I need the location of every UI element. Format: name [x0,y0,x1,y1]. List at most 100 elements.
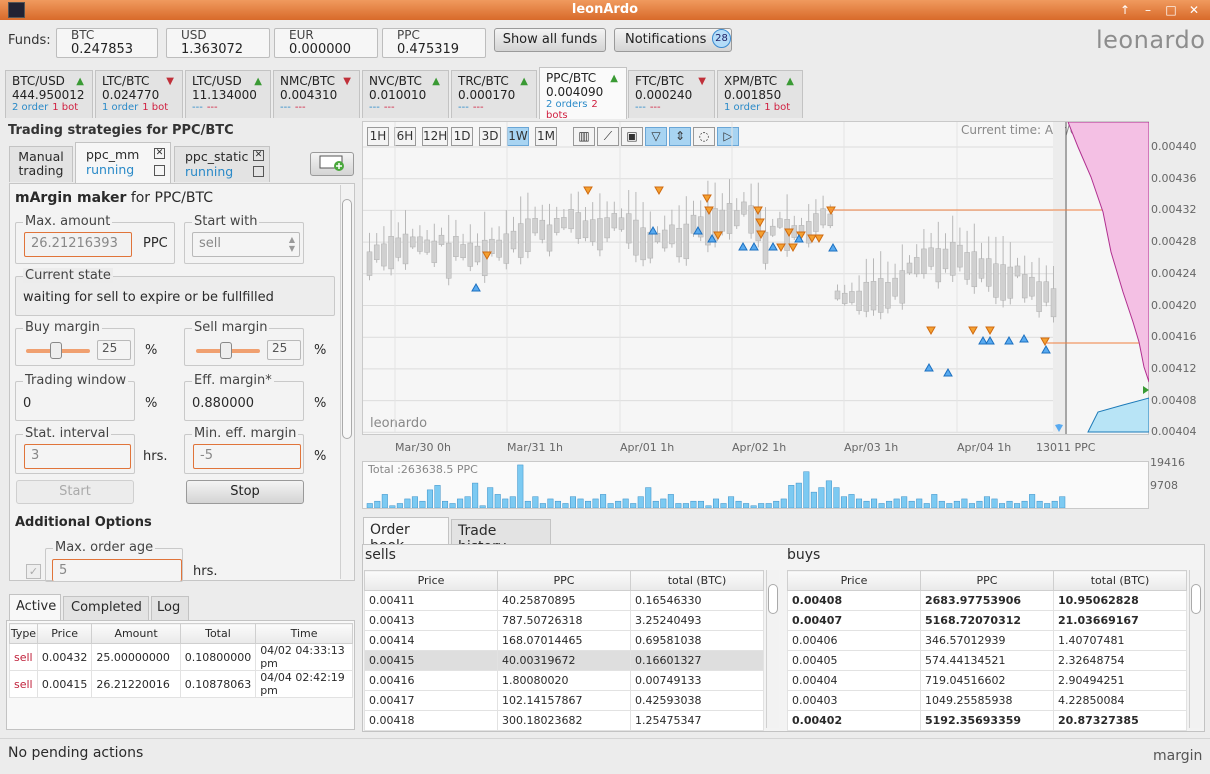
volume-plot [366,464,1066,508]
min-eff-margin-input[interactable]: -5 [193,444,301,469]
tab-ppc-static[interactable]: ppc_static running ✕ [174,146,270,182]
column-header[interactable]: total (BTC) [630,570,764,591]
max-amount-input[interactable]: 26.21216393 [24,232,132,257]
volume-bar [705,505,712,508]
volume-bar [600,494,607,508]
table-row[interactable]: 0.00404 719.04516602 2.90494251 [787,670,1187,691]
table-cell: 0.00408 [787,590,921,611]
column-header[interactable]: Type [9,623,38,644]
volume-bar [1059,496,1066,508]
volume-bar [374,500,381,508]
table-row[interactable]: 0.00413 787.50726318 3.25240493 [364,610,764,631]
menu-icon[interactable]: ↑ [1116,2,1134,18]
pair-tab-ftc-btc[interactable]: FTC/BTC ▼ 0.000240 --- --- [628,70,715,118]
buys-table: Price PPC total (BTC) 0.00408 2683.97753906 1… [787,570,1187,731]
table-cell: 787.50726318 [497,610,631,631]
sells-scrollbar[interactable] [766,570,779,728]
column-header[interactable]: PPC [497,570,631,591]
column-header[interactable]: Price [364,570,498,591]
show-all-funds-button[interactable]: Show all funds [494,28,606,52]
table-row[interactable]: 0.00417 102.14157867 0.42593038 [364,690,764,711]
start-with-select[interactable]: sell ▲ ▼ [192,232,300,257]
close-tab-icon[interactable]: ✕ [154,148,165,159]
table-cell: 04/02 04:33:13 pm [255,643,353,671]
table-row[interactable]: 0.00407 5168.72070312 21.03669167 [787,610,1187,631]
percent-label: % [145,343,158,358]
buy-margin-input[interactable]: 25 [97,340,131,360]
close-tab-icon[interactable]: ✕ [253,150,264,161]
table-cell: 5168.72070312 [920,610,1054,631]
table-row[interactable]: 0.00414 168.07014465 0.69581038 [364,630,764,651]
slider-handle[interactable] [220,342,232,359]
table-row[interactable]: 0.00403 1049.25585938 4.22850084 [787,690,1187,711]
tab-completed[interactable]: Completed [63,596,149,620]
volume-bar [464,496,471,508]
trading-window-value: 0 [23,396,32,411]
slider-handle[interactable] [50,342,62,359]
tab-order-book[interactable]: Order book [363,517,449,554]
additional-options-heading: Additional Options [15,515,152,530]
detach-tab-icon[interactable] [154,165,165,176]
minimize-icon[interactable]: – [1139,2,1157,18]
settings-scrollbar[interactable] [340,185,353,579]
stat-interval-input[interactable]: 3 [24,444,131,469]
volume-bar [931,494,938,508]
column-header[interactable]: Amount [91,623,181,644]
buy-depth-area [1087,397,1149,433]
pair-tab-nmc-btc[interactable]: NMC/BTC ▼ 0.004310 --- --- [273,70,360,118]
column-header[interactable]: total (BTC) [1053,570,1187,591]
table-row[interactable]: 0.00408 2683.97753906 10.95062828 [787,590,1187,611]
pair-tab-xpm-btc[interactable]: XPM/BTC ▲ 0.001850 1 order 1 bot [717,70,803,118]
table-row[interactable]: sell 0.00415 26.21220016 0.10878063 04/04 02… [9,670,353,698]
volume-bar [976,500,983,508]
column-header[interactable]: Total [179,623,257,644]
candle-body [921,248,927,274]
column-header[interactable]: Time [255,623,353,644]
tab-trade-history[interactable]: Trade history [451,519,551,555]
pair-tab-ltc-btc[interactable]: LTC/BTC ▼ 0.024770 1 order 1 bot [95,70,183,118]
max-order-age-input[interactable]: 5 [52,559,182,581]
sell-marker [788,243,798,253]
pair-tab-ltc-usd[interactable]: LTC/USD ▲ 11.134000 --- --- [185,70,271,118]
column-header[interactable]: Price [36,623,93,644]
table-row[interactable]: 0.00406 346.57012939 1.40707481 [787,630,1187,651]
table-row[interactable]: 0.00416 1.80080020 0.00749133 [364,670,764,691]
column-header[interactable]: Price [787,570,921,591]
volume-bar [517,464,524,508]
table-row[interactable]: sell 0.00432 25.00000000 0.10800000 04/02 04… [9,643,353,671]
maximize-icon[interactable]: □ [1162,2,1180,18]
pair-tab-nvc-btc[interactable]: NVC/BTC ▲ 0.010010 --- --- [362,70,449,118]
tab-manual-trading[interactable]: Manual trading [9,146,73,182]
x-tick-label: Apr/01 1h [620,441,675,454]
pair-tab-trc-btc[interactable]: TRC/BTC ▲ 0.000170 --- --- [451,70,537,118]
stop-button[interactable]: Stop [186,480,304,504]
volume-bar [434,485,441,508]
volume-bar [886,500,893,508]
column-header[interactable]: PPC [920,570,1054,591]
vol-label-max: 19416 [1150,456,1185,469]
tab-active-orders[interactable]: Active [9,594,61,620]
max-age-checkbox[interactable]: ✓ [26,564,41,579]
volume-bar [615,500,622,508]
pair-name: BTC/USD [12,74,65,88]
close-icon[interactable]: ✕ [1185,2,1203,18]
arrow-down-icon: ▼ [166,76,174,87]
tab-ppc-mm[interactable]: ppc_mm running ✕ [75,142,171,184]
add-strategy-button[interactable] [310,152,354,176]
start-button[interactable]: Start [16,480,134,504]
volume-bar [502,498,509,508]
table-row[interactable]: 0.00415 40.00319672 0.16601327 [364,650,764,671]
table-row[interactable]: 0.00418 300.18023682 1.25475347 [364,710,764,731]
pair-tab-ppc-btc[interactable]: PPC/BTC ▲ 0.004090 2 orders 2 bots [539,67,627,121]
table-row[interactable]: 0.00405 574.44134521 2.32648754 [787,650,1187,671]
sell-margin-input[interactable]: 25 [267,340,301,360]
volume-bar [562,503,569,508]
volume-bar [524,500,531,508]
table-row[interactable]: 0.00411 40.25870895 0.16546330 [364,590,764,611]
table-row[interactable]: 0.00402 5192.35693359 20.87327385 [787,710,1187,731]
buys-scrollbar[interactable] [1189,570,1202,728]
candle-body [669,224,675,245]
tab-log[interactable]: Log [151,596,189,620]
pair-tab-btc-usd[interactable]: BTC/USD ▲ 444.950012 2 order 1 bot [5,70,93,118]
detach-tab-icon[interactable] [253,166,264,177]
